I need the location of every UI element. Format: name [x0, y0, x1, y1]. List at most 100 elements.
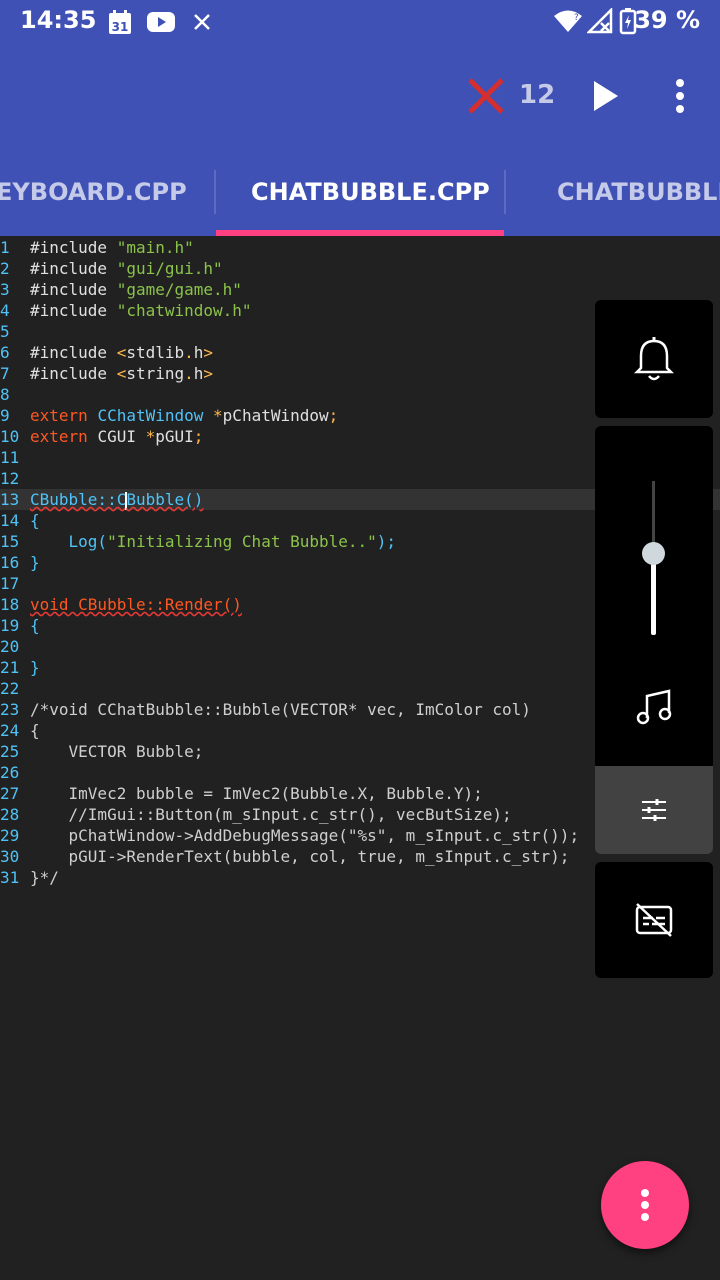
captions-off-icon[interactable]: [635, 902, 673, 938]
code-text[interactable]: #include <string.h>: [30, 363, 213, 384]
volume-slider-thumb[interactable]: [642, 542, 665, 565]
calendar-icon: 31: [109, 10, 131, 34]
code-token: extern: [30, 406, 98, 425]
code-token: #include: [30, 238, 117, 257]
svg-text:?: ?: [574, 13, 579, 23]
code-text[interactable]: //ImGui::Button(m_sInput.c_str(), vecBut…: [30, 804, 512, 825]
code-token: #include: [30, 280, 117, 299]
status-time: 14:35: [20, 6, 97, 34]
code-token: stdlib: [126, 343, 185, 362]
code-text[interactable]: #include <stdlib.h>: [30, 342, 213, 363]
code-text[interactable]: extern CGUI *pGUI;: [30, 426, 203, 447]
error-squiggle-token: void CBubble::Render(): [30, 595, 242, 614]
line-number: 25: [0, 742, 20, 761]
play-icon[interactable]: [592, 79, 620, 113]
code-line[interactable]: 3 #include "game/game.h": [0, 279, 720, 300]
tab-chatbubble-cpp[interactable]: CHATBUBBLE.CPP: [251, 166, 490, 236]
code-token: {: [30, 721, 40, 740]
code-token: "gui/gui.h": [116, 259, 223, 278]
line-number: 30: [0, 847, 20, 866]
code-text[interactable]: ImVec2 bubble = ImVec2(Bubble.X, Bubble.…: [30, 783, 483, 804]
line-number: 20: [0, 637, 20, 656]
error-squiggle-token: Bubble(): [126, 490, 204, 509]
line-number: 21: [0, 658, 20, 677]
code-token: >: [203, 364, 214, 383]
fab-more-button[interactable]: [601, 1161, 689, 1249]
more-vert-icon: [641, 1189, 649, 1221]
code-text[interactable]: }: [30, 552, 40, 573]
captions-panel[interactable]: [595, 862, 713, 978]
tab-divider: [504, 170, 506, 214]
wifi-icon: ?: [554, 10, 582, 32]
status-bar: 14:35 31 ? 39 %: [0, 0, 720, 44]
code-text[interactable]: {: [30, 615, 40, 636]
code-text[interactable]: #include "chatwindow.h": [30, 300, 252, 321]
line-number: 15: [0, 532, 20, 551]
code-line[interactable]: 2 #include "gui/gui.h": [0, 258, 720, 279]
line-number: 3: [0, 280, 10, 299]
line-number: 22: [0, 679, 20, 698]
code-text[interactable]: Log("Initializing Chat Bubble..");: [30, 531, 397, 552]
line-number: 26: [0, 763, 20, 782]
code-text[interactable]: VECTOR Bubble;: [30, 741, 204, 762]
code-text[interactable]: void CBubble::Render(): [30, 594, 242, 615]
bell-icon[interactable]: [595, 300, 713, 418]
line-number: 9: [0, 406, 10, 425]
line-number: 5: [0, 322, 10, 341]
code-line[interactable]: 1 #include "main.h": [0, 237, 720, 258]
ringer-mode-panel[interactable]: [595, 300, 713, 418]
code-text[interactable]: }*/: [30, 867, 59, 888]
code-token: "game/game.h": [116, 280, 242, 299]
code-text[interactable]: {: [30, 720, 40, 741]
tune-icon: [642, 799, 666, 821]
code-token: "Initializing Chat Bubble..": [107, 532, 377, 551]
code-text[interactable]: #include "main.h": [30, 237, 194, 258]
line-number: 17: [0, 574, 20, 593]
code-token: #include: [30, 364, 117, 383]
line-number: 28: [0, 805, 20, 824]
line-number: 11: [0, 448, 20, 467]
code-text[interactable]: /*void CChatBubble::Bubble(VECTOR* vec, …: [30, 699, 531, 720]
code-token: #include: [30, 343, 117, 362]
line-number: 1: [0, 238, 10, 257]
tab-chatbubble-h[interactable]: CHATBUBBLE.H: [557, 166, 720, 236]
line-number: 23: [0, 700, 20, 719]
code-token: VECTOR Bubble;: [30, 742, 204, 761]
code-text[interactable]: pChatWindow->AddDebugMessage("%s", m_sIn…: [30, 825, 580, 846]
close-notification-icon: [194, 14, 210, 30]
code-text[interactable]: #include "gui/gui.h": [30, 258, 223, 279]
code-token: }: [30, 658, 40, 677]
code-text[interactable]: pGUI->RenderText(bubble, col, true, m_sI…: [30, 846, 570, 867]
line-number: 19: [0, 616, 20, 635]
code-token: CGUI: [97, 427, 146, 446]
code-token: h: [193, 364, 204, 383]
line-number: 16: [0, 553, 20, 572]
code-token: pGUI: [155, 427, 194, 446]
code-text[interactable]: #include "game/game.h": [30, 279, 242, 300]
code-token: Log(: [30, 532, 108, 551]
error-x-icon[interactable]: [466, 76, 506, 116]
volume-slider-fill: [651, 553, 656, 635]
line-number: 4: [0, 301, 10, 320]
code-token: {: [30, 511, 40, 530]
tab-divider: [214, 170, 216, 214]
code-text[interactable]: {: [30, 510, 40, 531]
code-token: *: [145, 427, 156, 446]
line-number: 29: [0, 826, 20, 845]
code-token: .: [184, 343, 194, 362]
line-number: 13: [0, 490, 20, 509]
code-token: /*void CChatBubble::Bubble(VECTOR* vec, …: [30, 700, 531, 719]
tab-keyboard-cpp[interactable]: EYBOARD.CPP: [0, 166, 187, 236]
calendar-day: 31: [112, 20, 129, 34]
code-text[interactable]: }: [30, 657, 40, 678]
line-number: 31: [0, 868, 20, 887]
code-text[interactable]: extern CChatWindow *pChatWindow;: [30, 405, 338, 426]
youtube-icon: [147, 12, 175, 32]
code-token: ImVec2 bubble = ImVec2(Bubble.X, Bubble.…: [30, 784, 483, 803]
error-count[interactable]: 12: [519, 80, 555, 110]
code-token: ;: [328, 406, 339, 425]
more-vert-icon[interactable]: [670, 78, 690, 114]
sound-settings-button[interactable]: [595, 766, 713, 854]
code-text[interactable]: CBubble::CBubble(): [30, 489, 203, 510]
line-number: 27: [0, 784, 20, 803]
